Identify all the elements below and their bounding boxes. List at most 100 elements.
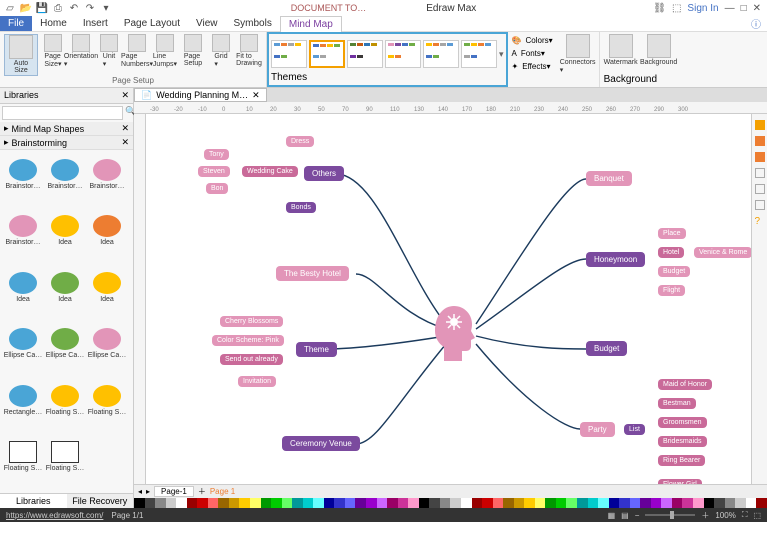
node-hotel[interactable]: The Besty Hotel (276, 266, 349, 281)
tool-help-icon[interactable]: ? (755, 216, 765, 226)
tool-pointer-icon[interactable] (755, 120, 765, 130)
node-cherry[interactable]: Cherry Blossoms (220, 316, 283, 327)
node-budget[interactable]: Budget (586, 341, 627, 356)
sidebar-tab-recovery[interactable]: File Recovery (67, 494, 134, 508)
node-tony[interactable]: Tony (204, 149, 229, 160)
category-mind-map-shapes[interactable]: ▸Mind Map Shapes✕ (0, 122, 133, 136)
help-icon[interactable]: ⓘ (751, 16, 761, 31)
node-send-out[interactable]: Send out already (220, 354, 283, 365)
node-honeymoon[interactable]: Honeymoon (586, 252, 645, 267)
tab-symbols[interactable]: Symbols (226, 16, 280, 31)
fonts-dropdown[interactable]: Fonts▾ (521, 49, 545, 58)
colors-dropdown[interactable]: Colors▾ (526, 36, 553, 45)
node-others[interactable]: Others (304, 166, 344, 181)
shape-2[interactable]: Brainstor… (86, 152, 128, 196)
node-color-scheme[interactable]: Color Scheme: Pink (212, 335, 284, 346)
qat-more-icon[interactable]: ▾ (100, 2, 112, 14)
unit-button[interactable]: Unit ▾ (96, 34, 122, 76)
shape-11[interactable]: Ellipse Ca… (86, 322, 128, 366)
node-ringbearer[interactable]: Ring Bearer (658, 455, 705, 466)
shape-6[interactable]: Idea (2, 265, 44, 309)
node-place[interactable]: Place (658, 228, 686, 239)
page-next-icon[interactable]: ▸ (146, 487, 150, 496)
shape-4[interactable]: Idea (44, 209, 86, 253)
shape-5[interactable]: Idea (86, 209, 128, 253)
node-bridesmaids[interactable]: Bridesmaids (658, 436, 707, 447)
view-mode2-icon[interactable]: ▤ (621, 511, 629, 520)
category-brainstorming[interactable]: ▸Brainstorming✕ (0, 136, 133, 150)
maximize-button[interactable]: □ (741, 3, 747, 14)
page-add-icon[interactable]: ＋ (198, 486, 206, 497)
page-setup-button[interactable]: Page Setup (180, 34, 206, 76)
shape-13[interactable]: Floating S… (44, 378, 86, 422)
node-steven[interactable]: Steven (198, 166, 230, 177)
qat-new-icon[interactable]: ▱ (4, 2, 16, 14)
tool-fill-icon[interactable] (755, 152, 765, 162)
tab-insert[interactable]: Insert (75, 16, 116, 31)
node-groomsmen[interactable]: Groomsmen (658, 417, 707, 428)
qat-redo-icon[interactable]: ↷ (84, 2, 96, 14)
node-flowergirl[interactable]: Flower Girl (658, 479, 702, 484)
tab-file[interactable]: File (0, 16, 32, 31)
qat-undo-icon[interactable]: ↶ (68, 2, 80, 14)
shape-7[interactable]: Idea (44, 265, 86, 309)
tool-prop-icon[interactable] (755, 200, 765, 210)
shape-1[interactable]: Brainstor… (44, 152, 86, 196)
tab-page-layout[interactable]: Page Layout (116, 16, 188, 31)
node-bon[interactable]: Bon (206, 183, 228, 194)
sign-in-link[interactable]: Sign In (687, 3, 718, 14)
theme-swatch-2[interactable] (309, 40, 345, 68)
effects-dropdown[interactable]: Effects▾ (522, 62, 550, 71)
tool-page-icon[interactable] (755, 168, 765, 178)
shape-12[interactable]: Rectangle… (2, 378, 44, 422)
line-jumps-button[interactable]: Line Jumps▾ (152, 34, 178, 76)
node-invitation[interactable]: Invitation (238, 376, 276, 387)
sidebar-tab-libraries[interactable]: Libraries (0, 494, 67, 508)
orientation-button[interactable]: Orientation ▾ (68, 34, 94, 76)
view-mode-icon[interactable]: ▦ (608, 511, 616, 520)
theme-swatch-1[interactable] (271, 40, 307, 68)
node-flight[interactable]: Flight (658, 285, 685, 296)
page-tab-1[interactable]: Page-1 (154, 486, 194, 497)
node-banquet[interactable]: Banquet (586, 171, 632, 186)
theme-swatch-6[interactable] (461, 40, 497, 68)
page-prev-icon[interactable]: ◂ (138, 487, 142, 496)
node-venice[interactable]: Venice & Rome (694, 247, 751, 258)
node-theme[interactable]: Theme (296, 342, 337, 357)
shape-16[interactable]: Floating S… (44, 435, 86, 479)
shape-8[interactable]: Idea (86, 265, 128, 309)
node-bonds[interactable]: Bonds (286, 202, 316, 213)
shape-3[interactable]: Brainstor… (2, 209, 44, 253)
node-hhotel[interactable]: Hotel (658, 247, 684, 258)
libraries-close-icon[interactable]: ✕ (121, 90, 129, 101)
color-palette-strip[interactable] (134, 498, 767, 508)
shape-10[interactable]: Ellipse Ca… (44, 322, 86, 366)
minimize-button[interactable]: — (725, 3, 735, 14)
background-button[interactable]: Background (642, 34, 676, 70)
node-bestman[interactable]: Bestman (658, 398, 696, 409)
shape-9[interactable]: Ellipse Ca… (2, 322, 44, 366)
shape-14[interactable]: Floating S… (86, 378, 128, 422)
tab-mind-map[interactable]: Mind Map (280, 16, 342, 32)
center-head-icon[interactable] (430, 304, 478, 364)
status-link[interactable]: https://www.edrawsoft.com/ (6, 511, 103, 520)
tab-view[interactable]: View (188, 16, 226, 31)
fit-page-icon[interactable]: ⛶ (742, 510, 748, 520)
qat-open-icon[interactable]: 📂 (20, 2, 32, 14)
connectors-button[interactable]: Connectors ▾ (561, 34, 595, 85)
theme-swatch-5[interactable] (423, 40, 459, 68)
doc-close-icon[interactable]: ✕ (252, 90, 260, 101)
shape-15[interactable]: Floating S… (2, 435, 44, 479)
zoom-out-icon[interactable]: − (635, 511, 640, 520)
node-list[interactable]: List (624, 424, 645, 435)
fullscreen-icon[interactable]: ⬚ (753, 511, 761, 520)
qat-save-icon[interactable]: 💾 (36, 2, 48, 14)
theme-swatch-3[interactable] (347, 40, 383, 68)
node-wedding-cake[interactable]: Wedding Cake (242, 166, 298, 177)
watermark-button[interactable]: Watermark (604, 34, 638, 70)
cloud-icon[interactable]: ⬚ (672, 3, 681, 14)
auto-size-button[interactable]: Auto Size (4, 34, 38, 76)
page-numbers-button[interactable]: Page Numbers▾ (124, 34, 150, 76)
share-icon[interactable]: ⛓ (653, 3, 666, 14)
zoom-slider[interactable] (645, 514, 695, 516)
